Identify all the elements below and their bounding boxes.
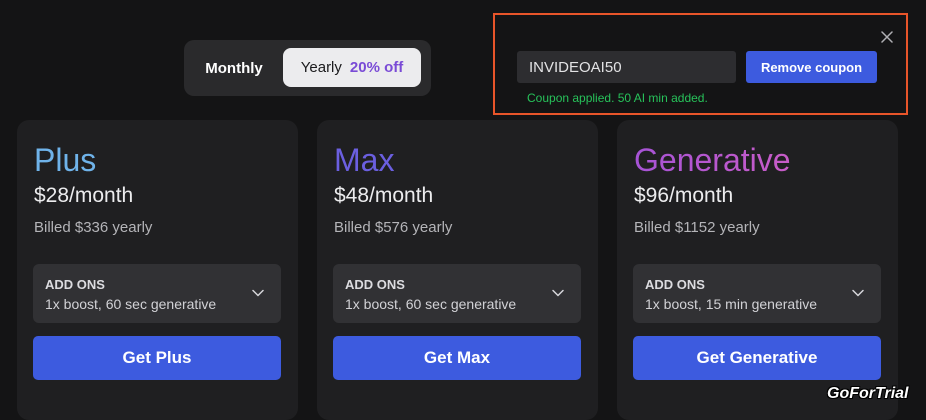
plan-billed-text: Billed $336 yearly: [34, 219, 153, 236]
get-max-button[interactable]: Get Max: [333, 336, 581, 380]
addons-dropdown[interactable]: ADD ONS 1x boost, 60 sec generative: [33, 264, 281, 323]
chevron-down-icon: [252, 289, 264, 297]
addons-description: 1x boost, 60 sec generative: [45, 296, 217, 312]
plan-name: Max: [334, 142, 395, 178]
chevron-down-icon: [852, 289, 864, 297]
plan-card-plus: Plus $28/month Billed $336 yearly ADD ON…: [17, 120, 298, 420]
plan-name: Generative: [634, 142, 791, 178]
billing-monthly-option[interactable]: Monthly: [184, 40, 284, 96]
plan-card-max: Max $48/month Billed $576 yearly ADD ONS…: [317, 120, 598, 420]
plan-card-generative: Generative $96/month Billed $1152 yearly…: [617, 120, 898, 420]
plan-price: $48/month: [334, 184, 434, 207]
plan-billed-text: Billed $576 yearly: [334, 219, 453, 236]
addons-description: 1x boost, 15 min generative: [645, 296, 817, 312]
get-generative-button[interactable]: Get Generative: [633, 336, 881, 380]
coupon-status-message: Coupon applied. 50 AI min added.: [527, 91, 708, 105]
plan-price: $96/month: [634, 184, 734, 207]
addons-dropdown[interactable]: ADD ONS 1x boost, 60 sec generative: [333, 264, 581, 323]
addons-dropdown[interactable]: ADD ONS 1x boost, 15 min generative: [633, 264, 881, 323]
addons-description: 1x boost, 60 sec generative: [345, 296, 517, 312]
billing-period-toggle: Monthly Yearly 20% off: [184, 40, 431, 96]
chevron-down-icon: [552, 289, 564, 297]
plan-billed-text: Billed $1152 yearly: [634, 219, 760, 236]
yearly-discount-badge: 20% off: [349, 59, 404, 76]
addons-title: ADD ONS: [345, 277, 405, 292]
plan-price: $28/month: [34, 184, 134, 207]
get-plus-button[interactable]: Get Plus: [33, 336, 281, 380]
addons-title: ADD ONS: [645, 277, 705, 292]
addons-title: ADD ONS: [45, 277, 105, 292]
close-icon[interactable]: [878, 28, 896, 46]
billing-yearly-label: Yearly: [300, 59, 342, 76]
remove-coupon-button[interactable]: Remove coupon: [746, 51, 877, 83]
coupon-panel: Remove coupon Coupon applied. 50 AI min …: [493, 13, 908, 115]
coupon-code-input[interactable]: [517, 51, 736, 83]
plan-name: Plus: [34, 142, 97, 178]
billing-yearly-option[interactable]: Yearly 20% off: [283, 48, 421, 87]
billing-monthly-label: Monthly: [205, 59, 263, 77]
watermark: GoForTrial: [827, 385, 909, 402]
